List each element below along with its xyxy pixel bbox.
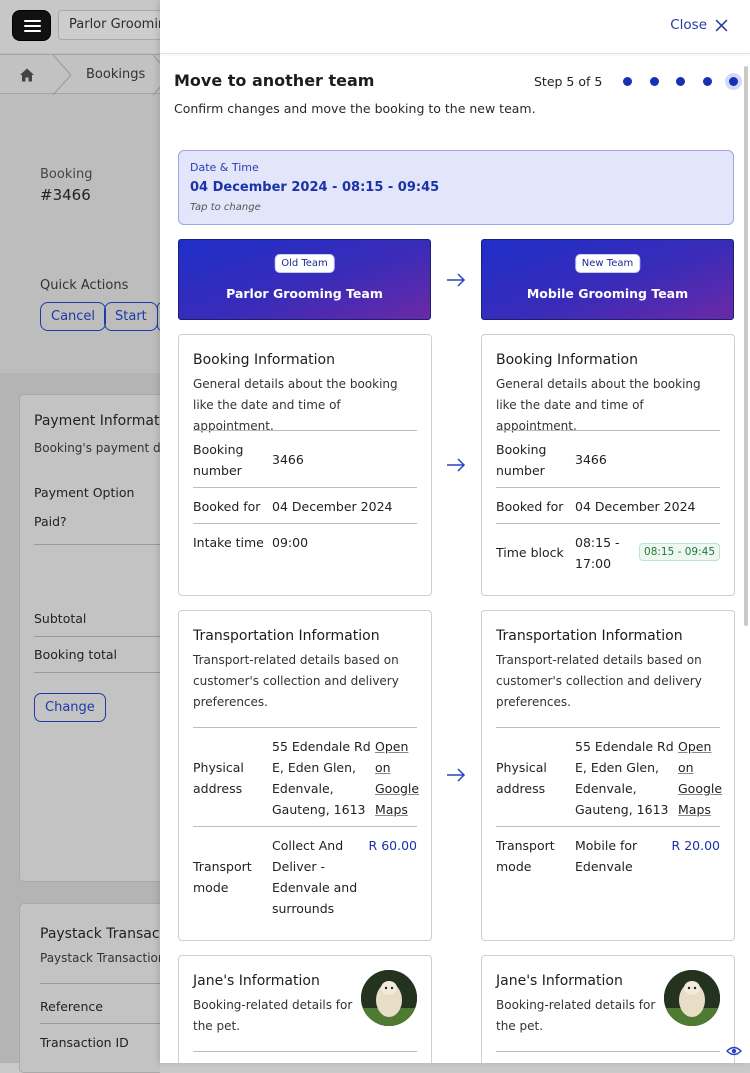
booked-for-value: 04 December 2024 bbox=[272, 499, 393, 514]
google-maps-link[interactable]: Open on Google Maps bbox=[375, 736, 421, 820]
intake-time-label: Intake time bbox=[193, 535, 264, 550]
quick-actions-label: Quick Actions bbox=[40, 278, 129, 293]
pet-info-title: Jane's Information bbox=[496, 973, 623, 989]
physical-address-label: Physical address bbox=[496, 760, 547, 796]
panel-scrollbar[interactable] bbox=[744, 66, 748, 626]
step-indicator-text: Step 5 of 5 bbox=[534, 74, 603, 89]
home-icon[interactable] bbox=[19, 67, 35, 83]
date-time-selector[interactable]: Date & Time 04 December 2024 - 08:15 - 0… bbox=[178, 150, 734, 225]
old-booking-info-card: Booking Information General details abou… bbox=[178, 334, 432, 596]
transaction-id-label: Transaction ID bbox=[40, 1035, 129, 1050]
payment-subtitle: Booking's payment det bbox=[34, 441, 173, 455]
panel-title: Move to another team bbox=[174, 71, 375, 90]
close-icon bbox=[715, 19, 728, 31]
time-block-label: Time block bbox=[496, 545, 564, 560]
step-dot-1 bbox=[618, 72, 645, 90]
change-button[interactable]: Change bbox=[34, 693, 106, 722]
arrow-right-icon bbox=[447, 273, 466, 287]
close-label: Close bbox=[670, 17, 707, 33]
payment-info-card: Payment Informatio Booking's payment det… bbox=[19, 394, 173, 882]
pet-info-title: Jane's Information bbox=[193, 973, 320, 989]
old-transport-info-card: Transportation Information Transport-rel… bbox=[178, 610, 432, 941]
transport-info-desc: Transport-related details based on custo… bbox=[193, 653, 399, 709]
move-team-panel: Close Move to another team Step 5 of 5 C… bbox=[160, 0, 750, 1063]
new-team-name: Mobile Grooming Team bbox=[526, 286, 689, 301]
dog-icon bbox=[664, 970, 720, 1026]
booking-info-title: Booking Information bbox=[496, 352, 638, 368]
arrow-right-icon bbox=[447, 768, 466, 782]
panel-subtitle: Confirm changes and move the booking to … bbox=[174, 101, 536, 116]
chevron-right-icon bbox=[52, 55, 72, 95]
intake-time-value: 09:00 bbox=[272, 535, 309, 550]
booked-for-label: Booked for bbox=[496, 499, 564, 514]
panel-header: Close bbox=[160, 0, 750, 54]
booking-number-value: 3466 bbox=[575, 452, 607, 467]
physical-address-value: 55 Edendale Rd E, Eden Glen, Edenvale, G… bbox=[272, 739, 371, 817]
paystack-subtitle: Paystack Transaction bbox=[40, 951, 166, 965]
booking-label: Booking bbox=[40, 167, 93, 182]
time-slot-badge: 08:15 - 09:45 bbox=[639, 543, 720, 561]
physical-address-value: 55 Edendale Rd E, Eden Glen, Edenvale, G… bbox=[575, 739, 674, 817]
payment-option-label: Payment Option bbox=[34, 485, 135, 500]
paystack-title: Paystack Transactio bbox=[40, 926, 178, 942]
new-team-card: New Team Mobile Grooming Team bbox=[481, 239, 734, 320]
booking-number-label: Booking number bbox=[193, 442, 244, 478]
close-button[interactable]: Close bbox=[670, 17, 728, 33]
booking-number: #3466 bbox=[40, 186, 91, 204]
lower-area: Payment Informatio Booking's payment det… bbox=[0, 373, 178, 1073]
booking-info-desc: General details about the booking like t… bbox=[193, 377, 398, 433]
physical-address-label: Physical address bbox=[193, 760, 244, 796]
pet-info-desc: Booking-related details for the pet. bbox=[496, 998, 656, 1033]
arrow-right-icon bbox=[447, 458, 466, 472]
transport-mode-label: Transport mode bbox=[193, 859, 252, 895]
google-maps-link[interactable]: Open on Google Maps bbox=[678, 736, 724, 820]
breadcrumb: Bookings bbox=[0, 54, 172, 95]
booking-info-desc: General details about the booking like t… bbox=[496, 377, 701, 433]
transport-info-desc: Transport-related details based on custo… bbox=[496, 653, 702, 709]
transport-price: R 60.00 bbox=[368, 838, 417, 853]
paid-label: Paid? bbox=[34, 514, 67, 529]
cancel-button[interactable]: Cancel bbox=[40, 302, 107, 331]
booking-number-label: Booking number bbox=[496, 442, 547, 478]
transport-price: R 20.00 bbox=[671, 838, 720, 853]
new-pet-info-card: Jane's Information Booking-related detai… bbox=[481, 955, 735, 1063]
pet-info-desc: Booking-related details for the pet. bbox=[193, 998, 353, 1033]
transport-mode-label: Transport mode bbox=[496, 838, 555, 874]
date-time-hint: Tap to change bbox=[190, 202, 261, 213]
step-dot-4 bbox=[698, 72, 725, 90]
booked-for-label: Booked for bbox=[193, 499, 261, 514]
new-transport-info-card: Transportation Information Transport-rel… bbox=[481, 610, 735, 941]
booking-total-label: Booking total bbox=[34, 647, 117, 662]
transport-mode-value: Collect And Deliver - Edenvale and surro… bbox=[272, 838, 358, 916]
date-time-label: Date & Time bbox=[190, 161, 259, 174]
menu-button[interactable] bbox=[12, 10, 51, 41]
pet-avatar bbox=[361, 970, 417, 1026]
transport-info-title: Transportation Information bbox=[496, 628, 683, 644]
pet-avatar bbox=[664, 970, 720, 1026]
breadcrumb-bookings[interactable]: Bookings bbox=[86, 67, 145, 82]
booked-for-value: 04 December 2024 bbox=[575, 499, 696, 514]
old-team-name: Parlor Grooming Team bbox=[226, 286, 383, 301]
step-dots bbox=[618, 72, 750, 90]
subtotal-label: Subtotal bbox=[34, 611, 87, 626]
new-booking-info-card: Booking Information General details abou… bbox=[481, 334, 735, 596]
transport-mode-value: Mobile for Edenvale bbox=[575, 838, 638, 874]
start-button[interactable]: Start bbox=[104, 302, 158, 331]
new-team-badge: New Team bbox=[574, 254, 641, 273]
old-team-badge: Old Team bbox=[274, 254, 335, 273]
payment-title: Payment Informatio bbox=[34, 413, 172, 429]
time-block-value: 08:15 - 17:00 bbox=[575, 535, 620, 571]
step-dot-3 bbox=[671, 72, 698, 90]
old-team-card: Old Team Parlor Grooming Team bbox=[178, 239, 431, 320]
booking-info-title: Booking Information bbox=[193, 352, 335, 368]
date-time-value: 04 December 2024 - 08:15 - 09:45 bbox=[190, 180, 440, 195]
eye-icon[interactable] bbox=[726, 1045, 742, 1057]
reference-label: Reference bbox=[40, 999, 103, 1014]
paystack-card: Paystack Transactio Paystack Transaction… bbox=[19, 903, 178, 1073]
booking-number-value: 3466 bbox=[272, 452, 304, 467]
step-dot-2 bbox=[645, 72, 672, 90]
dog-icon bbox=[361, 970, 417, 1026]
transport-info-title: Transportation Information bbox=[193, 628, 380, 644]
old-pet-info-card: Jane's Information Booking-related detai… bbox=[178, 955, 432, 1063]
